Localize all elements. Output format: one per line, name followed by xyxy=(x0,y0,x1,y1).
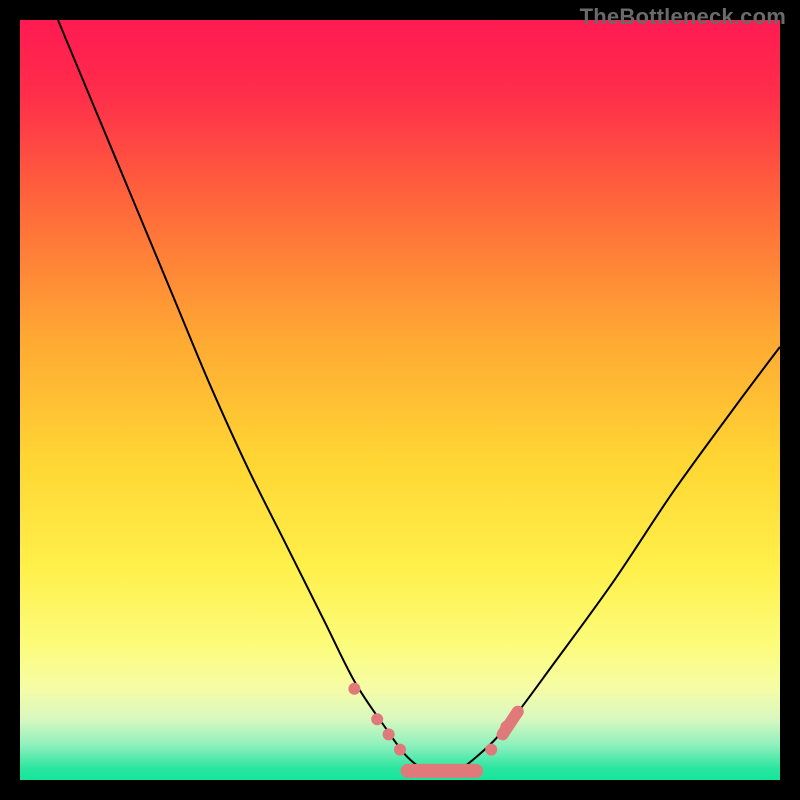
marker-dot xyxy=(348,683,360,695)
marker-dot xyxy=(485,744,497,756)
bottleneck-chart xyxy=(20,20,780,780)
marker-dot xyxy=(383,728,395,740)
marker-dot xyxy=(371,713,383,725)
site-watermark: TheBottleneck.com xyxy=(580,4,786,30)
chart-container: TheBottleneck.com xyxy=(0,0,800,800)
gradient-background xyxy=(20,20,780,780)
plot-area xyxy=(20,20,780,780)
marker-dot xyxy=(394,744,406,756)
